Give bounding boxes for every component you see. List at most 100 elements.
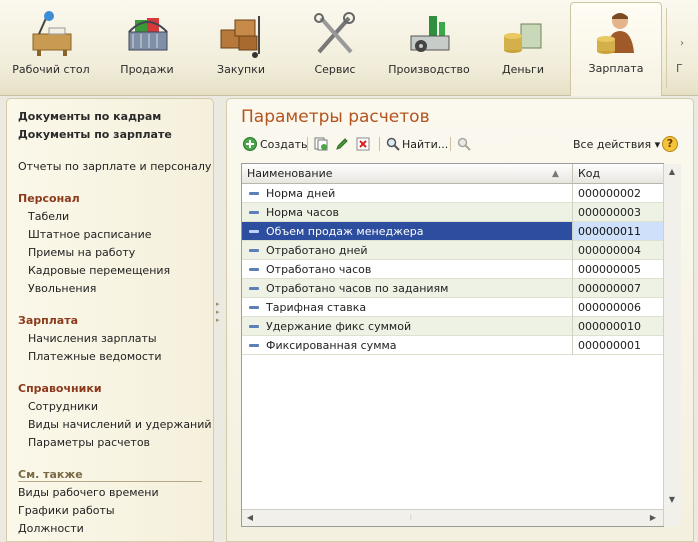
edit-button[interactable] (335, 135, 349, 153)
scroll-left-icon[interactable]: ◀ (242, 510, 258, 526)
table-row[interactable]: Норма часов 000000003 (242, 203, 663, 222)
section-label: Закупки (217, 63, 265, 76)
factory-icon (410, 16, 450, 52)
section-label: Сервис (314, 63, 356, 76)
table-row[interactable]: Отработано часов по заданиям 000000007 (242, 279, 663, 298)
section-label: Рабочий стол (12, 63, 90, 76)
help-button[interactable]: ? (662, 135, 678, 153)
sections-more-indicator[interactable]: Г (676, 62, 683, 75)
money-icon (504, 23, 542, 53)
cell-name[interactable]: Объем продаж менеджера (266, 222, 423, 241)
create-button[interactable]: Создать (243, 135, 308, 153)
cell-name[interactable]: Фиксированная сумма (266, 336, 397, 355)
cancel-search-button[interactable] (457, 135, 473, 153)
create-label: Создать (260, 137, 308, 151)
nav-item-staffing[interactable]: Штатное расписание (28, 228, 152, 241)
nav-item-positions[interactable]: Должности (18, 522, 84, 535)
cell-code[interactable]: 000000007 (578, 279, 641, 298)
nav-item-transfers[interactable]: Кадровые перемещения (28, 264, 170, 277)
cell-name[interactable]: Отработано часов (266, 260, 371, 279)
nav-item-accrual-types[interactable]: Виды начислений и удержаний (28, 418, 212, 431)
delete-mark-button[interactable] (356, 135, 370, 153)
nav-item-employees[interactable]: Сотрудники (28, 400, 98, 413)
nav-item-payrolls[interactable]: Платежные ведомости (28, 350, 162, 363)
section-sales[interactable]: Продажи (104, 4, 190, 94)
column-separator (572, 184, 573, 355)
table-header: Наименование ▲ Код (242, 164, 663, 184)
section-label: Деньги (502, 63, 544, 76)
cell-code[interactable]: 000000001 (578, 336, 641, 355)
find-button[interactable]: Найти... (386, 135, 448, 153)
column-header-name[interactable]: Наименование (242, 164, 572, 184)
table-row[interactable]: Норма дней 000000002 (242, 184, 663, 203)
column-header-code[interactable]: Код (573, 164, 663, 184)
cell-code[interactable]: 000000010 (578, 317, 641, 336)
parameters-table[interactable]: Наименование ▲ Код Норма дней 000000002 Но… (241, 163, 681, 527)
nav-docs-salary[interactable]: Документы по зарплате (18, 128, 172, 141)
cell-code[interactable]: 000000006 (578, 298, 641, 317)
sort-ascending-icon: ▲ (552, 169, 559, 179)
nav-docs-hr[interactable]: Документы по кадрам (18, 110, 161, 123)
navigation-panel: Документы по кадрам Документы по зарплат… (6, 98, 214, 542)
nav-item-work-schedules[interactable]: Графики работы (18, 504, 115, 517)
section-salary[interactable]: Зарплата (570, 2, 662, 96)
help-icon: ? (662, 136, 678, 152)
nav-reports[interactable]: Отчеты по зарплате и персоналу (18, 160, 211, 173)
nav-item-timesheets[interactable]: Табели (28, 210, 69, 223)
scroll-down-icon[interactable]: ▼ (664, 492, 680, 508)
nav-item-calc-parameters[interactable]: Параметры расчетов (28, 436, 150, 449)
cell-code[interactable]: 000000011 (573, 222, 663, 240)
cell-name[interactable]: Норма дней (266, 184, 335, 203)
pencil-icon (336, 138, 348, 150)
cell-code[interactable]: 000000002 (578, 184, 641, 203)
cell-code[interactable]: 000000005 (578, 260, 641, 279)
cell-name[interactable]: Отработано часов по заданиям (266, 279, 448, 298)
scroll-thumb-grip[interactable]: ⋮ (408, 514, 414, 521)
nav-item-accruals[interactable]: Начисления зарплаты (28, 332, 157, 345)
cell-name[interactable]: Отработано дней (266, 241, 368, 260)
find-label: Найти... (402, 137, 449, 151)
table-row[interactable]: Объем продаж менеджера 000000011 (242, 222, 663, 241)
nav-group-personnel: Персонал (18, 192, 80, 205)
section-desktop[interactable]: Рабочий стол (8, 4, 94, 94)
nav-item-dismissals[interactable]: Увольнения (28, 282, 96, 295)
toolbar-divider (307, 137, 308, 151)
nav-item-hiring[interactable]: Приемы на работу (28, 246, 135, 259)
scroll-up-icon[interactable]: ▲ (664, 164, 680, 180)
scroll-right-icon[interactable]: ▶ (645, 510, 661, 526)
section-service[interactable]: Сервис (292, 4, 378, 94)
vertical-scrollbar[interactable]: ▲ ▼ (663, 164, 681, 526)
tools-icon (314, 12, 355, 54)
nav-group-salary: Зарплата (18, 314, 78, 327)
all-actions-label: Все действия ▾ (573, 137, 661, 151)
nav-group-see-also: См. также (18, 468, 83, 481)
copy-icon (314, 137, 328, 151)
toolbar-divider (450, 137, 451, 151)
panel-splitter[interactable]: ▸ ▸ ▸ (216, 300, 222, 330)
cell-code[interactable]: 000000003 (578, 203, 641, 222)
table-row[interactable]: Удержание фикс суммой 000000010 (242, 317, 663, 336)
nav-item-work-time-types[interactable]: Виды рабочего времени (18, 486, 159, 499)
section-production[interactable]: Производство (386, 4, 472, 94)
scroll-sections-right-icon[interactable]: › (680, 38, 684, 49)
table-row[interactable]: Фиксированная сумма 000000001 (242, 336, 663, 355)
all-actions-menu[interactable]: Все действия ▾ (573, 135, 660, 153)
section-divider (666, 8, 667, 88)
page-title: Параметры расчетов (241, 107, 430, 127)
section-purchases[interactable]: Закупки (198, 4, 284, 94)
cell-code[interactable]: 000000004 (578, 241, 641, 260)
table-row[interactable]: Тарифная ставка 000000006 (242, 298, 663, 317)
table-row[interactable]: Отработано дней 000000004 (242, 241, 663, 260)
desktop-icon (32, 11, 72, 56)
list-form: Параметры расчетов Создать Найти... Все … (226, 98, 694, 542)
column-header-code-label: Код (578, 167, 601, 180)
table-row[interactable]: Отработано часов 000000005 (242, 260, 663, 279)
horizontal-scrollbar[interactable]: ◀ ⋮ ▶ (242, 509, 663, 526)
cell-name[interactable]: Тарифная ставка (266, 298, 366, 317)
cell-name[interactable]: Удержание фикс суммой (266, 317, 411, 336)
toolbar-divider (379, 137, 380, 151)
cell-name[interactable]: Норма часов (266, 203, 339, 222)
copy-button[interactable] (314, 135, 328, 153)
section-money[interactable]: Деньги (480, 4, 566, 94)
item-icon (249, 249, 259, 252)
